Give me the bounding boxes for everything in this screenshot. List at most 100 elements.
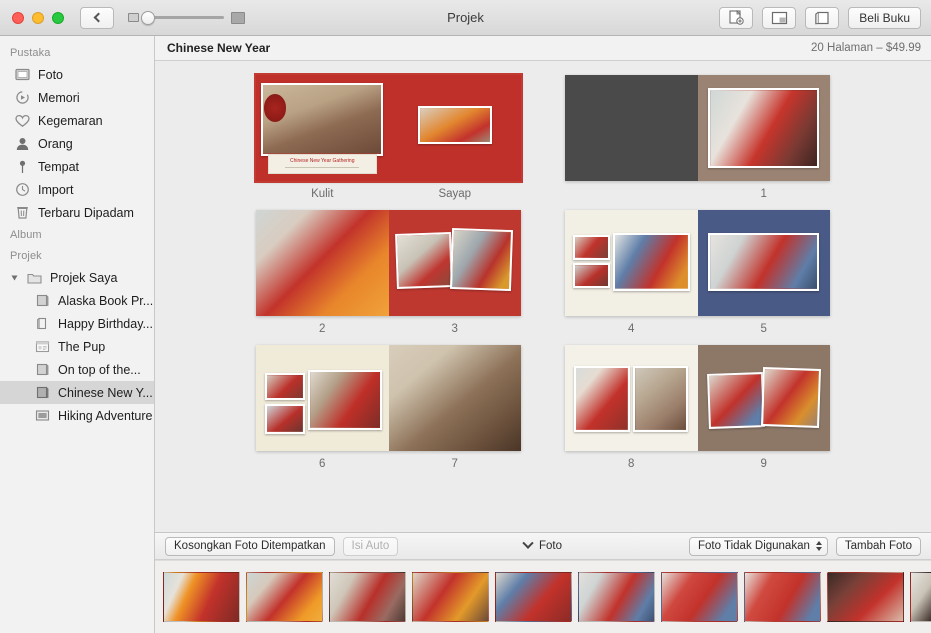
- thumb-1[interactable]: [163, 572, 240, 622]
- book-canvas[interactable]: Chinese New Year Gathering Kulit Sayap: [155, 61, 931, 532]
- sidebar-item-on-top-of-the[interactable]: On top of the...: [0, 358, 154, 381]
- back-button[interactable]: [80, 7, 114, 29]
- zoom-slider[interactable]: [128, 12, 245, 24]
- sidebar-item-memori[interactable]: Memori: [0, 86, 154, 109]
- page-6-photo-b[interactable]: [265, 404, 305, 434]
- page-3[interactable]: [389, 210, 522, 316]
- add-page-button[interactable]: [719, 7, 753, 29]
- page-4-photo-c[interactable]: [613, 233, 690, 290]
- page-label-left: 6: [256, 458, 389, 470]
- page-8-photo-right[interactable]: [633, 366, 689, 432]
- sidebar-item-foto[interactable]: Foto: [0, 63, 154, 86]
- thumb-7[interactable]: [661, 572, 738, 622]
- page-label-right: Sayap: [389, 188, 522, 200]
- sidebar-item-import[interactable]: Import: [0, 178, 154, 201]
- filter-label[interactable]: Foto: [539, 540, 562, 552]
- spread-8-9[interactable]: 8 9: [565, 345, 830, 470]
- thumb-2[interactable]: [246, 572, 323, 622]
- buy-book-button[interactable]: Beli Buku: [848, 7, 921, 29]
- page-label-right: 1: [698, 188, 831, 200]
- main-area: Chinese New Year 20 Halaman – $49.99 Chi…: [155, 36, 931, 633]
- spread-pages[interactable]: Chinese New Year Gathering: [256, 75, 521, 181]
- clear-placed-photos-button[interactable]: Kosongkan Foto Ditempatkan: [165, 537, 335, 556]
- zoom-slider-track[interactable]: [146, 16, 224, 19]
- unused-photos-popup[interactable]: Foto Tidak Digunakan: [689, 537, 828, 556]
- page-9-photo-left[interactable]: [707, 372, 765, 429]
- page-9-photo-right[interactable]: [761, 367, 821, 428]
- photo-filmstrip[interactable]: [155, 560, 931, 633]
- page-3-photo-left[interactable]: [395, 232, 453, 289]
- thumb-10[interactable]: [910, 572, 931, 622]
- sidebar-item-hiking-adventure[interactable]: Hiking Adventure: [0, 404, 154, 427]
- cover-caption[interactable]: Chinese New Year Gathering: [268, 154, 377, 174]
- heart-icon: [14, 113, 30, 129]
- page-4[interactable]: [565, 210, 698, 316]
- page-7[interactable]: [389, 345, 522, 451]
- layout-button[interactable]: [762, 7, 796, 29]
- thumb-8[interactable]: [744, 572, 821, 622]
- flap-photo[interactable]: [418, 106, 492, 144]
- page-6[interactable]: [256, 345, 389, 451]
- page-cover[interactable]: Chinese New Year Gathering: [256, 75, 389, 181]
- spread-pages[interactable]: [565, 210, 830, 316]
- memories-icon: [14, 90, 30, 106]
- sidebar-item-kegemaran[interactable]: Kegemaran: [0, 109, 154, 132]
- page-1[interactable]: [698, 75, 831, 181]
- thumb-9[interactable]: [827, 572, 904, 622]
- sidebar-item-terbaru-dipadam[interactable]: Terbaru Dipadam: [0, 201, 154, 224]
- sidebar-item-happy-birthday[interactable]: Happy Birthday...: [0, 312, 154, 335]
- spread-cover[interactable]: Chinese New Year Gathering Kulit Sayap: [256, 75, 521, 200]
- layout-icon: [771, 11, 788, 25]
- sidebar-item-label: Happy Birthday...: [58, 317, 153, 331]
- add-photos-button[interactable]: Tambah Foto: [836, 537, 921, 556]
- sidebar-item-the-pup[interactable]: The Pup: [0, 335, 154, 358]
- sidebar-item-tempat[interactable]: Tempat: [0, 155, 154, 178]
- spread-6-7[interactable]: 6 7: [256, 345, 521, 470]
- page-5[interactable]: [698, 210, 831, 316]
- page-6-photo-c[interactable]: [308, 370, 382, 429]
- book-preview-button[interactable]: [805, 7, 839, 29]
- book-meta: 20 Halaman – $49.99: [811, 42, 921, 54]
- page-1-photo[interactable]: [708, 88, 819, 169]
- zoom-button[interactable]: [52, 12, 64, 24]
- spread-2-3[interactable]: 2 3: [256, 210, 521, 335]
- thumb-4[interactable]: [412, 572, 489, 622]
- page-9[interactable]: [698, 345, 831, 451]
- person-icon: [14, 136, 30, 152]
- sidebar-item-alaska-book[interactable]: Alaska Book Pr...: [0, 289, 154, 312]
- page-8[interactable]: [565, 345, 698, 451]
- page-title: Chinese New Year: [167, 41, 270, 55]
- photos-icon: [14, 67, 30, 83]
- close-button[interactable]: [12, 12, 24, 24]
- page-3-photo-right[interactable]: [450, 228, 513, 292]
- thumb-3[interactable]: [329, 572, 406, 622]
- page-blank[interactable]: [565, 75, 698, 181]
- page-flap[interactable]: [389, 75, 522, 181]
- page-5-photo[interactable]: [708, 233, 819, 290]
- sidebar-section-projek-header: Projek: [0, 245, 154, 266]
- page-4-photo-b[interactable]: [573, 263, 610, 288]
- spread-pages[interactable]: [565, 75, 830, 181]
- thumb-6[interactable]: [578, 572, 655, 622]
- page-4-photo-a[interactable]: [573, 235, 610, 259]
- spread-pages[interactable]: [256, 345, 521, 451]
- spread-pages[interactable]: [565, 345, 830, 451]
- spread-1[interactable]: 1: [565, 75, 830, 200]
- auto-fill-button[interactable]: Isi Auto: [343, 537, 399, 556]
- chevron-down-icon[interactable]: [522, 538, 533, 549]
- sidebar-item-label: Hiking Adventure: [58, 409, 153, 423]
- page-8-photo-left[interactable]: [574, 366, 630, 432]
- minimize-button[interactable]: [32, 12, 44, 24]
- sidebar-item-orang[interactable]: Orang: [0, 132, 154, 155]
- sidebar-item-chinese-new-year[interactable]: Chinese New Y...: [0, 381, 154, 404]
- zoom-slider-knob[interactable]: [141, 11, 155, 25]
- spread-pages[interactable]: [256, 210, 521, 316]
- sidebar-item-projek-saya[interactable]: Projek Saya: [0, 266, 154, 289]
- page-2[interactable]: [256, 210, 389, 316]
- disclosure-triangle-icon[interactable]: [12, 275, 18, 280]
- sidebar-section-album-header: Album: [0, 224, 154, 245]
- page-6-photo-a[interactable]: [265, 373, 305, 401]
- sidebar-item-label: Orang: [38, 137, 73, 151]
- spread-4-5[interactable]: 4 5: [565, 210, 830, 335]
- thumb-5[interactable]: [495, 572, 572, 622]
